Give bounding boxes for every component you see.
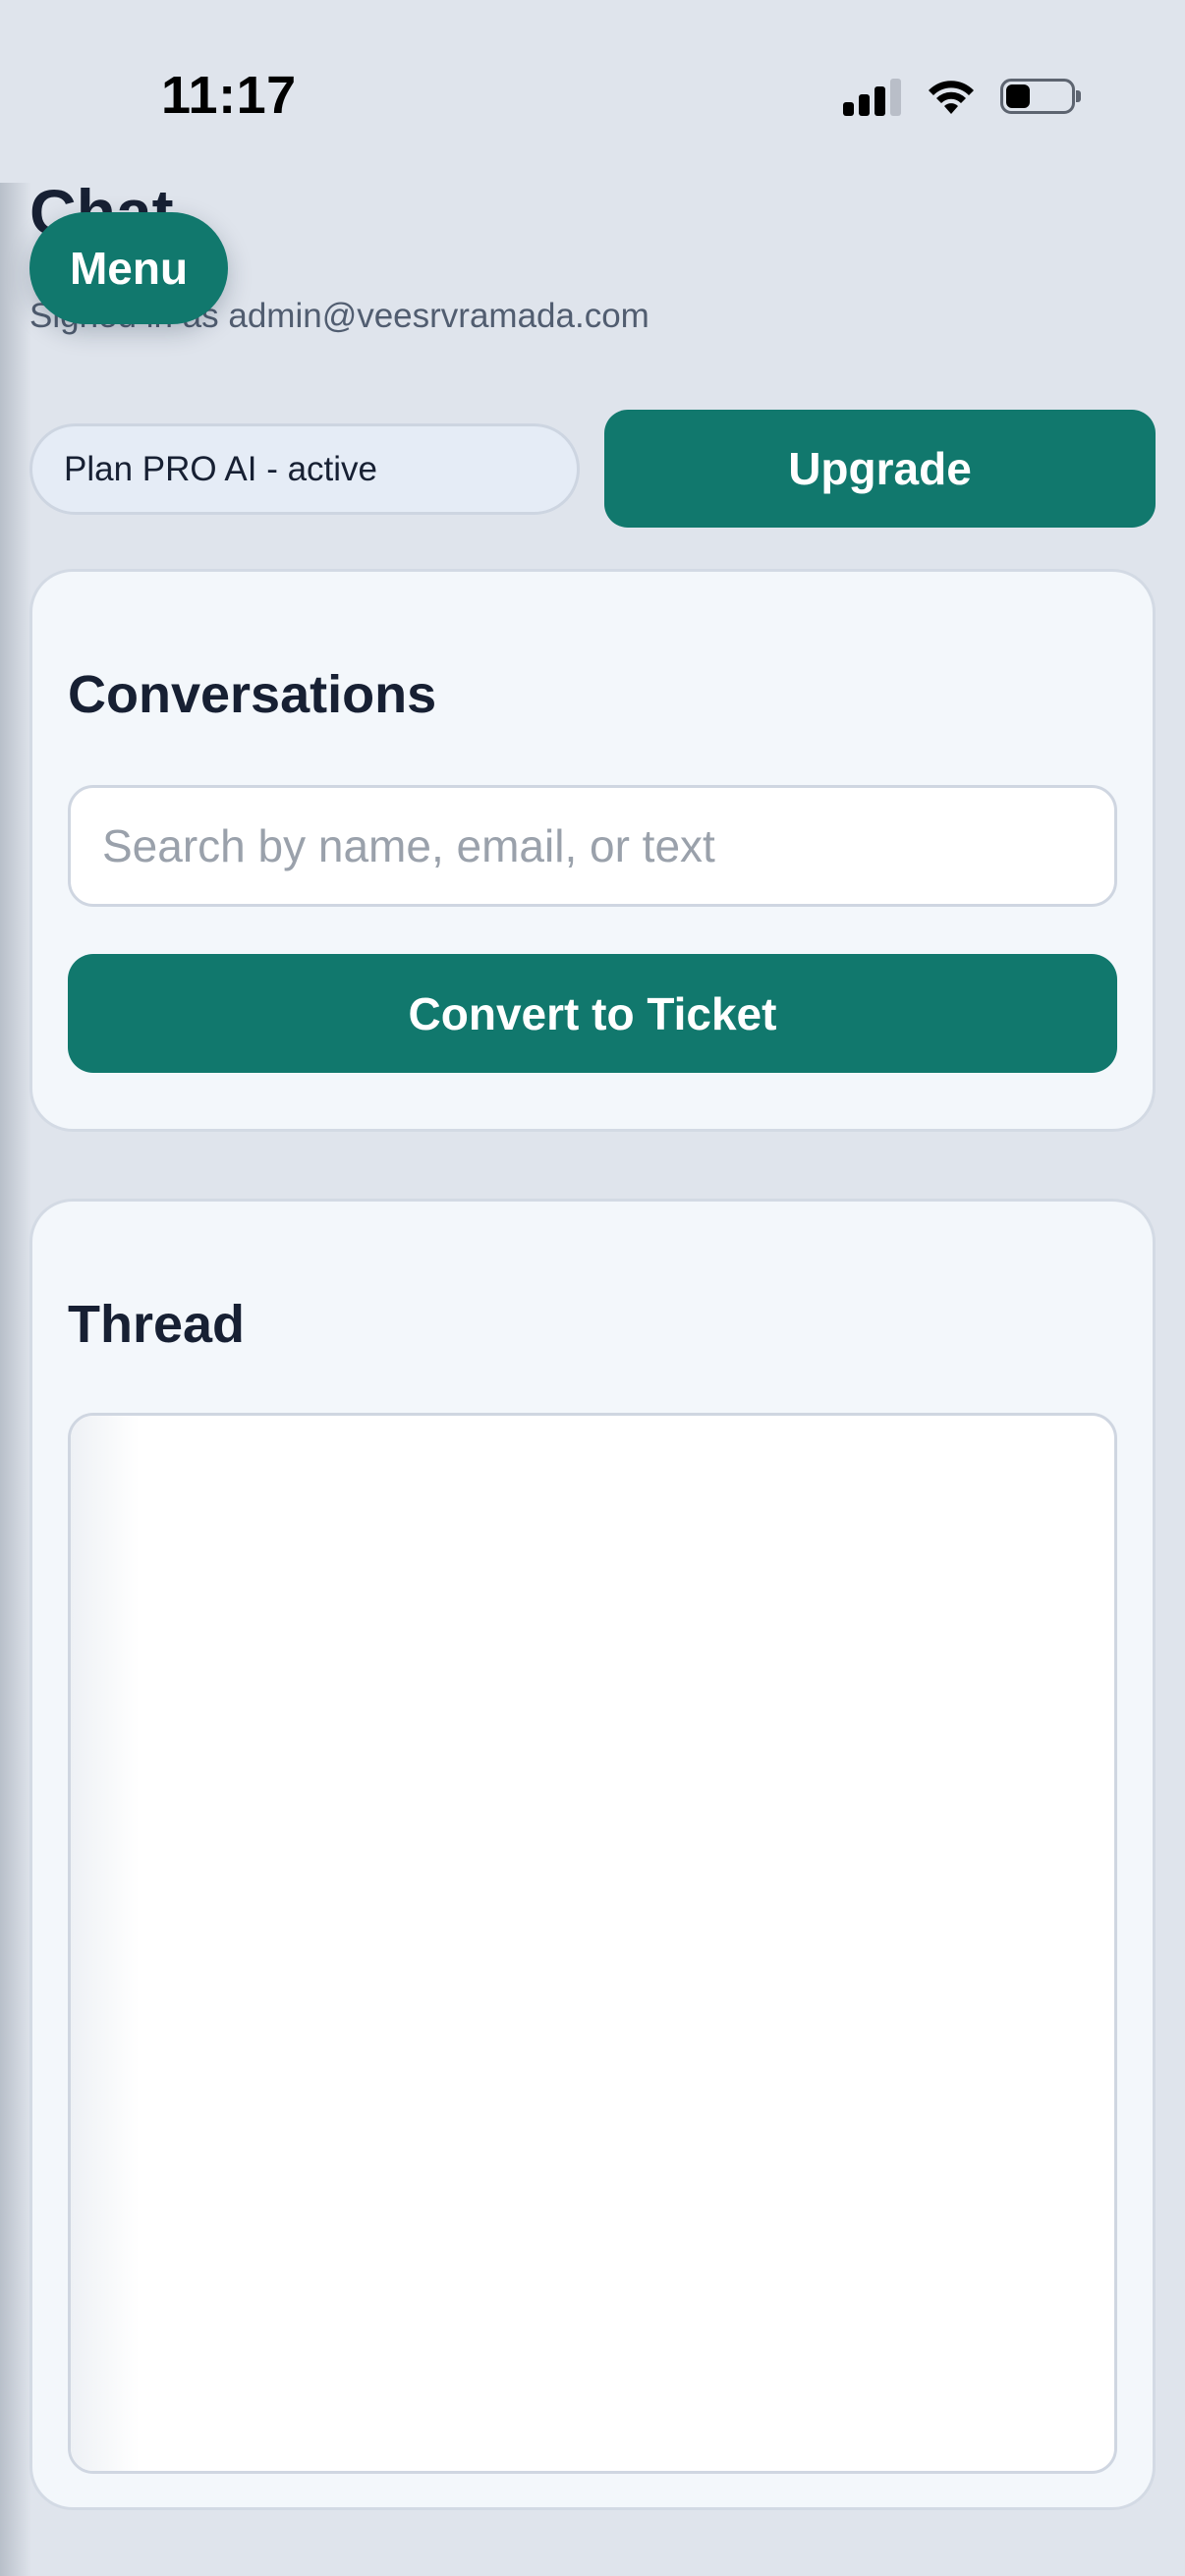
thread-card: Thread: [29, 1199, 1156, 2510]
conversations-heading: Conversations: [68, 665, 437, 724]
plan-status-badge: Plan PRO AI - active: [29, 423, 580, 515]
battery-icon: [1000, 77, 1081, 116]
conversations-card: Conversations Convert to Ticket: [29, 569, 1156, 1132]
menu-button[interactable]: Menu: [29, 212, 228, 324]
convert-to-ticket-button[interactable]: Convert to Ticket: [68, 954, 1117, 1073]
status-time: 11:17: [161, 66, 297, 125]
signal-icon: [843, 77, 902, 116]
drawer-edge-shadow: [0, 183, 31, 2576]
status-icons: [843, 75, 1081, 118]
thread-messages-area[interactable]: [68, 1413, 1117, 2474]
search-input[interactable]: [68, 785, 1117, 907]
wifi-icon: [929, 81, 974, 114]
thread-heading: Thread: [68, 1295, 246, 1354]
upgrade-button[interactable]: Upgrade: [604, 410, 1156, 528]
status-bar: 11:17: [0, 0, 1185, 183]
plan-status-label: Plan PRO AI - active: [64, 449, 378, 488]
